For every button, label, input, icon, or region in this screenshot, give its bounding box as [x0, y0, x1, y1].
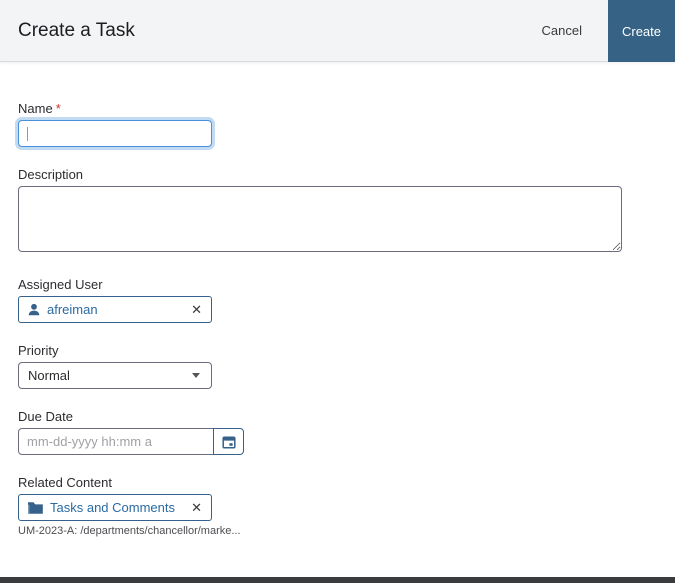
assigned-user-chip[interactable]: afreiman ✕	[18, 296, 212, 323]
folder-icon	[27, 501, 44, 515]
chevron-down-icon	[192, 373, 200, 378]
remove-user-icon[interactable]: ✕	[191, 303, 202, 316]
related-content-path: UM-2023-A: /departments/chancellor/marke…	[18, 525, 241, 537]
name-label-text: Name	[18, 101, 53, 116]
priority-label: Priority	[18, 343, 59, 358]
due-date-row	[18, 428, 657, 455]
assigned-user-value: afreiman	[47, 302, 98, 317]
create-task-form: Name * Description Assigned User afreiman…	[0, 62, 675, 537]
related-content-field-group: Related Content Tasks and Comments ✕ UM-…	[18, 475, 657, 537]
description-label: Description	[18, 167, 84, 182]
due-date-label: Due Date	[18, 409, 73, 424]
name-input-wrap	[18, 120, 212, 147]
name-label: Name *	[18, 101, 657, 116]
priority-selected-value: Normal	[28, 368, 70, 383]
calendar-icon	[221, 435, 236, 449]
due-date-field-group: Due Date	[18, 409, 657, 455]
bottom-edge-bar	[0, 577, 675, 583]
name-field-group: Name *	[18, 101, 657, 147]
modal-header: Create a Task Cancel Create	[0, 0, 675, 62]
remove-content-icon[interactable]: ✕	[191, 501, 202, 514]
date-picker-button[interactable]	[213, 428, 244, 455]
due-date-input[interactable]	[18, 428, 214, 455]
assigned-user-label: Assigned User	[18, 277, 103, 292]
priority-select[interactable]: Normal	[18, 362, 212, 389]
related-content-chip[interactable]: Tasks and Comments ✕	[18, 494, 212, 521]
name-input[interactable]	[18, 120, 212, 147]
assigned-user-field-group: Assigned User afreiman ✕	[18, 277, 657, 323]
related-content-label: Related Content	[18, 475, 112, 490]
related-content-value: Tasks and Comments	[50, 500, 175, 515]
description-field-group: Description	[18, 167, 657, 257]
user-icon	[27, 303, 41, 317]
required-marker: *	[55, 101, 61, 116]
page-title: Create a Task	[18, 19, 135, 41]
cancel-button[interactable]: Cancel	[542, 23, 582, 38]
priority-field-group: Priority Normal	[18, 343, 657, 389]
create-button[interactable]: Create	[608, 0, 675, 62]
description-textarea[interactable]	[18, 186, 622, 252]
